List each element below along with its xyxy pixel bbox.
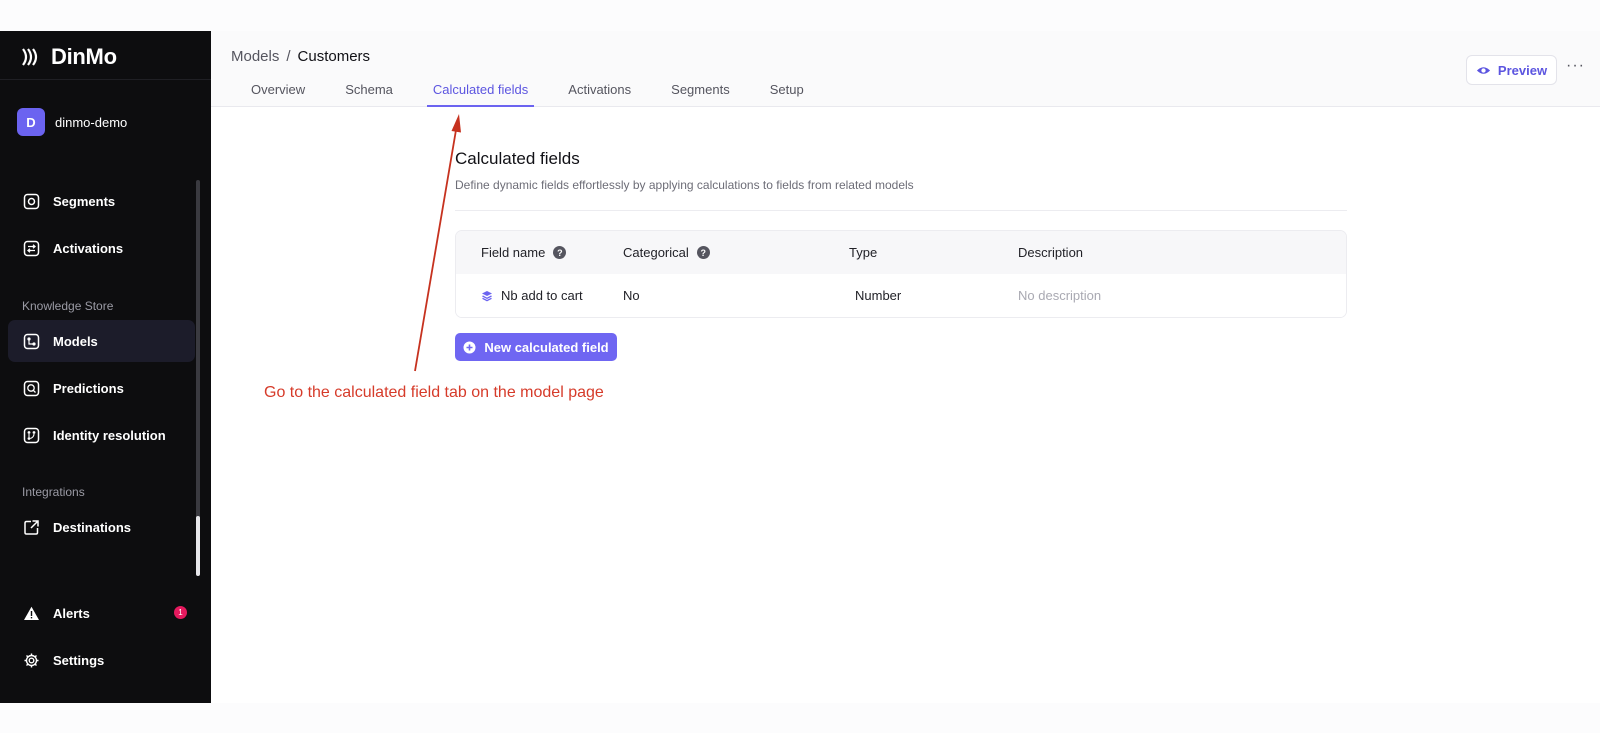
sidebar-item-label: Identity resolution: [53, 427, 166, 443]
sidebar-item-models[interactable]: Models: [8, 320, 195, 362]
annotation-text: Go to the calculated field tab on the mo…: [264, 384, 604, 401]
section-divider: [455, 210, 1347, 211]
dinmo-logo-icon: [22, 48, 38, 66]
column-header-field-name: Field name ?: [456, 245, 623, 260]
breadcrumb-separator: /: [286, 48, 291, 65]
section-label-knowledge-store: Knowledge Store: [22, 299, 114, 313]
help-icon[interactable]: ?: [553, 246, 567, 259]
sidebar-scrollbar-thumb[interactable]: [196, 516, 200, 576]
sidebar-item-destinations[interactable]: Destinations: [8, 506, 195, 548]
sidebar-item-label: Predictions: [53, 380, 124, 396]
tab-calculated-fields[interactable]: Calculated fields: [413, 75, 548, 107]
preview-button[interactable]: Preview: [1466, 55, 1557, 85]
plus-circle-icon: [463, 341, 476, 353]
section-label-integrations: Integrations: [22, 485, 85, 499]
page-subtitle: Define dynamic fields effortlessly by ap…: [455, 178, 914, 192]
sidebar-item-label: Settings: [53, 652, 105, 668]
sidebar-item-label: Activations: [53, 240, 124, 256]
column-header-label: Categorical: [623, 245, 689, 260]
models-icon: [22, 332, 40, 350]
sidebar: DinMo D dinmo-demo Segments Activations …: [0, 31, 211, 703]
model-tabs: Overview Schema Calculated fields Activa…: [231, 75, 824, 107]
workspace-name: dinmo-demo: [55, 114, 128, 130]
tab-setup[interactable]: Setup: [750, 75, 824, 107]
layers-icon: [482, 290, 492, 301]
workspace-switcher[interactable]: D dinmo-demo: [17, 108, 127, 136]
sidebar-item-label: Models: [53, 333, 98, 349]
column-header-type: Type: [849, 245, 878, 260]
table-header-row: Field name ? Categorical ? Type Descript…: [456, 231, 1346, 274]
help-icon[interactable]: ?: [696, 246, 710, 259]
destinations-icon: [22, 518, 40, 536]
more-options-button[interactable]: ···: [1566, 57, 1585, 75]
tab-segments[interactable]: Segments: [651, 75, 750, 107]
alerts-count-badge: 1: [174, 606, 187, 619]
cell-type: Number: [855, 288, 902, 303]
brand-name: DinMo: [51, 44, 117, 69]
new-calculated-field-label: New calculated field: [484, 339, 609, 355]
sidebar-item-identity-resolution[interactable]: Identity resolution: [8, 414, 195, 456]
workspace-avatar: D: [17, 108, 45, 136]
brand-logo[interactable]: DinMo: [20, 42, 117, 72]
cell-description: No description: [1018, 288, 1102, 303]
sidebar-divider: [0, 79, 211, 80]
sidebar-item-label: Destinations: [53, 519, 132, 535]
breadcrumb: Models / Customers: [231, 48, 370, 65]
field-name-value: Nb add to cart: [501, 288, 583, 303]
breadcrumb-current: Customers: [297, 48, 371, 65]
calculated-fields-section: Calculated fields Define dynamic fields …: [455, 149, 1347, 361]
sidebar-scrollbar-track[interactable]: [196, 180, 200, 572]
page-title: Calculated fields: [455, 149, 580, 168]
tab-activations[interactable]: Activations: [548, 75, 651, 107]
column-header-description: Description: [1018, 245, 1084, 260]
page-header: Models / Customers Overview Schema Calcu…: [211, 31, 1600, 107]
cell-categorical: No: [623, 288, 640, 303]
breadcrumb-parent-link[interactable]: Models: [231, 48, 279, 65]
identity-resolution-icon: [22, 426, 40, 444]
sidebar-item-predictions[interactable]: Predictions: [8, 367, 195, 409]
gear-icon: [22, 651, 40, 669]
tab-overview[interactable]: Overview: [231, 75, 325, 107]
eye-icon: [1476, 66, 1490, 74]
segments-icon: [22, 192, 40, 210]
tab-schema[interactable]: Schema: [325, 75, 413, 107]
predictions-icon: [22, 379, 40, 397]
sidebar-item-alerts[interactable]: Alerts: [8, 592, 195, 634]
column-header-label: Field name: [481, 245, 546, 260]
sidebar-item-label: Segments: [53, 193, 116, 209]
activations-icon: [22, 239, 40, 257]
preview-button-label: Preview: [1497, 62, 1548, 78]
sidebar-item-label: Alerts: [53, 605, 90, 621]
alert-icon: [22, 604, 40, 622]
column-header-categorical: Categorical ?: [623, 245, 849, 260]
sidebar-item-segments[interactable]: Segments: [8, 180, 195, 222]
sidebar-item-settings[interactable]: Settings: [8, 639, 195, 681]
calculated-fields-table: Field name ? Categorical ? Type Descript…: [455, 230, 1347, 318]
table-row[interactable]: Nb add to cart No Number No description: [456, 274, 1346, 317]
cell-field-name: Nb add to cart: [456, 288, 623, 303]
app-window: DinMo D dinmo-demo Segments Activations …: [0, 31, 1600, 703]
main-panel: Models / Customers Overview Schema Calcu…: [211, 31, 1600, 703]
sidebar-item-activations[interactable]: Activations: [8, 227, 195, 269]
new-calculated-field-button[interactable]: New calculated field: [455, 333, 617, 361]
